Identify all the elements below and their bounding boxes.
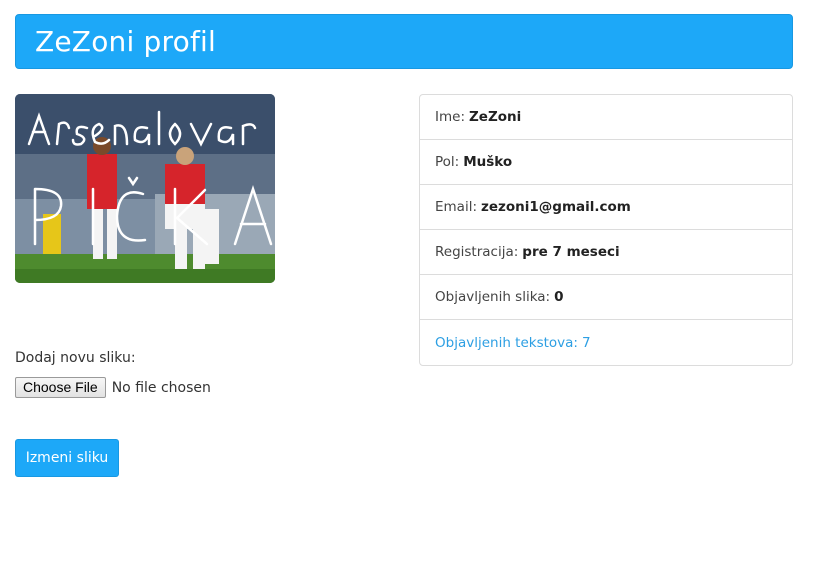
info-key: Objavljenih tekstova: (435, 334, 578, 351)
info-key: Registracija: (435, 244, 519, 260)
info-item-name: Ime: ZeZoni (420, 95, 792, 140)
profile-photo (15, 94, 275, 283)
info-value: Muško (463, 154, 513, 170)
info-item-gender: Pol: Muško (420, 140, 792, 185)
page-header: ZeZoni profil (15, 14, 793, 69)
info-key: Objavljenih slika: (435, 289, 551, 305)
info-value: 7 (581, 334, 591, 351)
info-value: pre 7 meseci (522, 244, 620, 260)
info-key: Pol: (435, 154, 460, 170)
info-key: Ime: (435, 109, 465, 125)
info-key: Email: (435, 199, 478, 215)
info-item-images-count: Objavljenih slika: 0 (420, 275, 792, 320)
upload-label: Dodaj novu sliku: (15, 350, 136, 366)
choose-file-button[interactable]: Choose File (15, 377, 106, 398)
file-input[interactable]: Choose File No file chosen (15, 377, 211, 398)
file-status: No file chosen (111, 379, 211, 396)
change-image-button[interactable]: Izmeni sliku (15, 439, 119, 477)
page-title: ZeZoni profil (35, 25, 216, 58)
profile-info-list: Ime: ZeZoni Pol: Muško Email: zezoni1@gm… (419, 94, 793, 366)
info-value: ZeZoni (469, 109, 522, 125)
info-item-texts-count-link[interactable]: Objavljenih tekstova: 7 (420, 320, 792, 365)
info-value: zezoni1@gmail.com (481, 199, 631, 215)
profile-image (15, 94, 275, 283)
info-item-email: Email: zezoni1@gmail.com (420, 185, 792, 230)
info-item-registration: Registracija: pre 7 meseci (420, 230, 792, 275)
info-value: 0 (554, 289, 564, 305)
